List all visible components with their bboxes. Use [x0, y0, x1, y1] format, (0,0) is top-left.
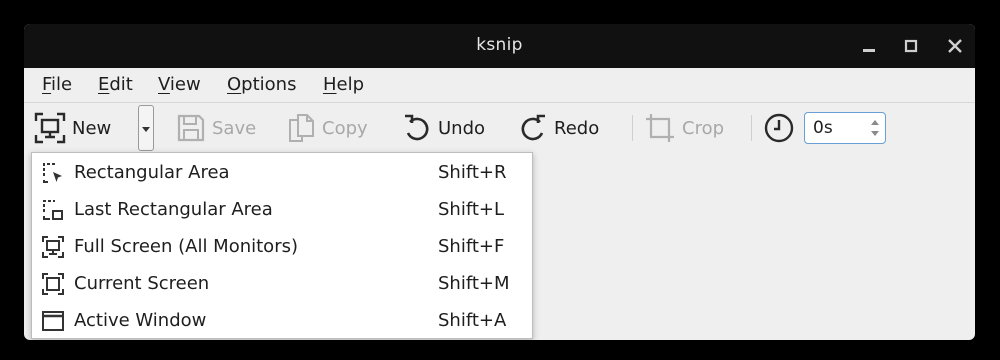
- menu-item-shortcut: Shift+M: [438, 273, 510, 294]
- menu-item-label: Active Window: [74, 310, 207, 331]
- menu-edit[interactable]: Edit: [98, 74, 133, 95]
- capture-mode-menu: Rectangular Area Shift+R Last Rectangula…: [31, 152, 533, 339]
- window-title: ksnip: [476, 35, 523, 55]
- spin-arrows-icon[interactable]: [868, 116, 882, 140]
- menu-item-label: Rectangular Area: [74, 162, 230, 183]
- new-dropdown-button[interactable]: [138, 105, 154, 151]
- maximize-icon: [904, 39, 918, 53]
- menu-item-active-window[interactable]: Active Window Shift+A: [32, 302, 532, 339]
- menu-item-label: Full Screen (All Monitors): [74, 236, 298, 257]
- menu-view-label: iew: [169, 74, 201, 95]
- toolbar-separator: [751, 115, 752, 141]
- crop-button[interactable]: Crop: [644, 103, 724, 153]
- menu-item-rectangular-area[interactable]: Rectangular Area Shift+R: [32, 154, 532, 191]
- menu-file-label: ile: [51, 74, 73, 95]
- delay-indicator: [763, 103, 795, 153]
- save-button-label: Save: [212, 117, 257, 139]
- maximize-button[interactable]: [898, 33, 924, 59]
- menu-bar: File Edit View Options Help: [24, 68, 975, 103]
- menu-options[interactable]: Options: [227, 74, 296, 95]
- menu-help-label: elp: [336, 74, 365, 95]
- menu-file[interactable]: File: [42, 74, 72, 95]
- menu-item-label: Current Screen: [74, 273, 210, 294]
- minimize-button[interactable]: [856, 33, 882, 59]
- undo-icon: [405, 114, 429, 141]
- undo-button-label: Undo: [438, 117, 486, 139]
- copy-icon: [289, 114, 314, 142]
- undo-button[interactable]: Undo: [402, 103, 485, 153]
- redo-icon: [521, 114, 545, 141]
- delay-spinbox[interactable]: 0s: [804, 112, 886, 144]
- new-capture-icon: [34, 112, 66, 144]
- menu-view-mnemonic: V: [158, 74, 170, 95]
- last-rectangular-area-icon: [43, 200, 63, 220]
- menu-item-current-screen[interactable]: Current Screen Shift+M: [32, 265, 532, 302]
- full-screen-icon: [42, 236, 64, 258]
- close-icon: [948, 39, 962, 53]
- active-window-icon: [42, 311, 64, 331]
- menu-file-mnemonic: F: [42, 74, 52, 95]
- clock-icon: [764, 113, 794, 143]
- menu-view[interactable]: View: [158, 74, 201, 95]
- current-screen-icon: [42, 273, 64, 295]
- redo-button[interactable]: Redo: [518, 103, 599, 153]
- minimize-icon: [863, 49, 875, 52]
- menu-item-last-rectangular-area[interactable]: Last Rectangular Area Shift+L: [32, 191, 532, 228]
- menu-help[interactable]: Help: [323, 74, 364, 95]
- new-button-label: New: [72, 117, 112, 139]
- menu-edit-label: dit: [109, 74, 133, 95]
- menu-item-label: Last Rectangular Area: [74, 199, 273, 220]
- dropdown-arrow-icon: [142, 127, 150, 132]
- menu-options-label: ptions: [241, 74, 297, 95]
- menu-options-mnemonic: O: [227, 74, 242, 95]
- menu-help-mnemonic: H: [323, 74, 337, 95]
- menu-item-shortcut: Shift+A: [438, 310, 507, 331]
- delay-value: 0s: [813, 118, 833, 138]
- copy-button[interactable]: Copy: [286, 103, 368, 153]
- rectangular-area-icon: [43, 163, 62, 183]
- menu-item-full-screen[interactable]: Full Screen (All Monitors) Shift+F: [32, 228, 532, 265]
- toolbar-separator: [632, 115, 633, 141]
- menu-item-shortcut: Shift+L: [438, 199, 505, 220]
- close-button[interactable]: [942, 33, 968, 59]
- menu-item-shortcut: Shift+F: [438, 236, 505, 257]
- new-button[interactable]: New: [34, 103, 111, 153]
- menu-item-shortcut: Shift+R: [438, 162, 507, 183]
- copy-button-label: Copy: [322, 117, 368, 139]
- save-button[interactable]: Save: [176, 103, 256, 153]
- menu-edit-mnemonic: E: [98, 74, 110, 95]
- crop-button-label: Crop: [682, 117, 725, 139]
- save-icon: [177, 114, 205, 142]
- crop-icon: [646, 114, 674, 142]
- toolbar: New Save Copy Undo Redo Crop 0s: [24, 103, 975, 153]
- title-bar[interactable]: ksnip: [24, 24, 975, 68]
- redo-button-label: Redo: [554, 117, 600, 139]
